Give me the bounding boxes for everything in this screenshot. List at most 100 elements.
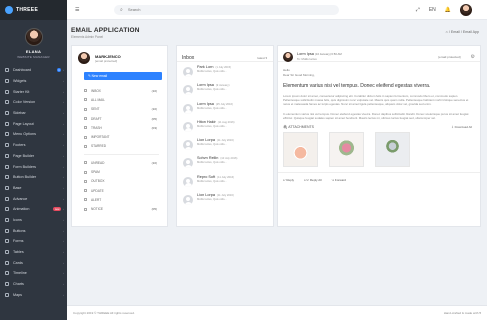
- sidebar-item[interactable]: Forms ›: [0, 236, 67, 247]
- message-sender: Lion Lorpa: [197, 193, 215, 198]
- sidebar-item[interactable]: Form Builders ›: [0, 161, 67, 172]
- user-avatar[interactable]: [460, 4, 472, 16]
- search-bar[interactable]: ⌕: [114, 4, 339, 15]
- sidebar-item[interactable]: Tables ›: [0, 247, 67, 258]
- cards-icon: [5, 260, 9, 265]
- folder-label: UPDATE: [91, 188, 104, 193]
- folder-icon: [84, 89, 87, 93]
- sidebar-item[interactable]: Maps ›: [0, 289, 67, 300]
- sidebar-item-label: Footers: [13, 143, 26, 148]
- sidebar-item-label: Tables: [13, 250, 24, 255]
- folder-item[interactable]: SPAM: [72, 167, 167, 176]
- folder-item[interactable]: TRASH (03): [72, 123, 167, 132]
- reply-button[interactable]: ↩ Reply: [283, 178, 294, 182]
- page-header: EMAIL APPLICATION Elements Admin Panel: [71, 27, 140, 39]
- gear-icon[interactable]: ⚙: [471, 54, 475, 60]
- message-text: Hiton Hakir (11 Aug 2016) Mollis luctus, Q…: [197, 120, 273, 128]
- message-sender: Lion Lorpa: [197, 138, 215, 143]
- folder-item[interactable]: ALERT: [72, 195, 167, 204]
- sidebar-item[interactable]: Cards ›: [0, 257, 67, 268]
- brand[interactable]: THREEE: [0, 0, 67, 20]
- sidebar-item[interactable]: Widgets ›: [0, 76, 67, 87]
- message-text: Repro Soft (11 July 2016) Mollis luctus, Q…: [197, 175, 273, 183]
- sidebar-item-label: Icons: [13, 217, 22, 222]
- folder-item[interactable]: IMPORTANT: [72, 132, 167, 141]
- attachment-thumbnail[interactable]: [375, 132, 410, 168]
- owner-avatar: [78, 52, 90, 64]
- sidebar-item[interactable]: Charts ›: [0, 279, 67, 290]
- sidebar-item[interactable]: Dashboard 4 ›: [0, 65, 67, 76]
- folder-icon: [84, 117, 87, 121]
- folder-item[interactable]: SENT (10): [72, 105, 167, 114]
- fullscreen-icon[interactable]: ⤢: [416, 7, 420, 13]
- sidebar-item[interactable]: Page Layout ›: [0, 118, 67, 129]
- sidebar-item[interactable]: Button Builder ›: [0, 172, 67, 183]
- message-sender: Lorm Ipsa: [197, 101, 214, 106]
- sender-email[interactable]: [email protected]: [438, 55, 460, 59]
- folder-list: INBOX (10) ALL MAIL SENT (10) DRAFT (05) TRASH (…: [72, 86, 167, 151]
- message-sender: Repro Soft: [197, 174, 216, 179]
- sidebar-badge: 4: [56, 68, 61, 73]
- attachment-thumbnail[interactable]: [329, 132, 364, 168]
- breadcrumb[interactable]: ⌂ / Email / Email App: [446, 30, 479, 34]
- sidebar-item[interactable]: Advance ›: [0, 193, 67, 204]
- sidebar-item-label: Widgets: [13, 79, 27, 84]
- message-sender: Hiton Hakir: [197, 119, 216, 124]
- bell-icon[interactable]: 🔔: [445, 7, 451, 13]
- icons-icon: [5, 217, 9, 222]
- sidebar-item[interactable]: Buttons ›: [0, 225, 67, 236]
- sidebar-item[interactable]: Starter Kit ›: [0, 86, 67, 97]
- sidebar-item[interactable]: Color Version ›: [0, 97, 67, 108]
- sidebar-item[interactable]: Icons ›: [0, 215, 67, 226]
- folder-item[interactable]: STARRED: [72, 142, 167, 151]
- message-date: (11 Aug 2016): [217, 120, 235, 124]
- sidebar-item[interactable]: Menu Options ›: [0, 129, 67, 140]
- sidebar-item[interactable]: Animation new ›: [0, 204, 67, 215]
- folder-icon: [84, 126, 87, 130]
- sidebar-item[interactable]: Timeline ›: [0, 268, 67, 279]
- folder-item[interactable]: UNREAD (10): [72, 158, 167, 167]
- folder-label: SENT: [91, 107, 100, 112]
- avatar[interactable]: [24, 28, 43, 46]
- folder-label: ALERT: [91, 197, 102, 202]
- attachment-thumbnail[interactable]: [283, 132, 318, 168]
- folder-label: NOTICE: [91, 207, 104, 212]
- message-item[interactable]: Lorm Ipsa (25 July 2016) Mollis luctus, Qu…: [177, 99, 273, 117]
- search-input[interactable]: [127, 7, 318, 12]
- message-item[interactable]: Lorm Ipsa (9 January) Mollis luctus, Quis …: [177, 80, 273, 98]
- folder-icon: [84, 135, 87, 139]
- timeline-icon: [5, 271, 9, 276]
- credit: Hand-crafted & made with ♥: [443, 311, 481, 315]
- folder-item[interactable]: UPDATE: [72, 186, 167, 195]
- hamburger-icon[interactable]: ☰: [75, 7, 80, 13]
- folder-item[interactable]: NOTICE (05): [72, 205, 167, 214]
- compose-button[interactable]: ✎ New email: [84, 72, 162, 80]
- message-item[interactable]: Lion Lorpa (11 July 2016) Mollis luctus, Q…: [177, 190, 273, 208]
- folder-icon: [84, 170, 87, 174]
- sidebar-item[interactable]: Footers ›: [0, 140, 67, 151]
- sender-name: Lorm Ipsa: [297, 52, 314, 56]
- message-date: (11 July 2016): [216, 194, 234, 198]
- folder-item[interactable]: DRAFT (05): [72, 114, 167, 123]
- forward-button[interactable]: ↪ Forward: [332, 178, 346, 182]
- menu-icon: [5, 132, 9, 137]
- sidebar-item[interactable]: Page Builder ›: [0, 151, 67, 162]
- message-item[interactable]: Repro Soft (11 July 2016) Mollis luctus, Q…: [177, 172, 273, 190]
- sidebar-item[interactable]: Base ›: [0, 183, 67, 194]
- message-item[interactable]: Lion Lorpa (11 July 2016) Mollis luctus, Q…: [177, 135, 273, 153]
- message-item[interactable]: Park Lorn (1 July 2015) Mollis luctus, Qui…: [177, 62, 273, 80]
- reply-all-button[interactable]: ↩↩ Reply All: [304, 178, 322, 182]
- message-item[interactable]: Hiton Hakir (11 Aug 2016) Mollis luctus, Q…: [177, 117, 273, 135]
- avatar: [183, 140, 193, 151]
- sidebar-item[interactable]: Sidebar ›: [0, 108, 67, 119]
- download-all-button[interactable]: ⇩ Download All: [451, 125, 472, 129]
- folder-item[interactable]: ALL MAIL: [72, 95, 167, 104]
- folder-item[interactable]: OUTBOX: [72, 177, 167, 186]
- folder-label: SPAM: [91, 170, 100, 175]
- message-item[interactable]: Sohvn Rellin (10 July 2016) Mollis luctus,…: [177, 153, 273, 171]
- language-selector[interactable]: EN: [429, 7, 436, 13]
- folder-item[interactable]: INBOX (10): [72, 86, 167, 95]
- sort-dropdown[interactable]: latest ▾: [257, 56, 267, 60]
- message-header: Lion Lorpa (11 July 2016): [197, 193, 273, 197]
- folder-icon: [84, 189, 87, 193]
